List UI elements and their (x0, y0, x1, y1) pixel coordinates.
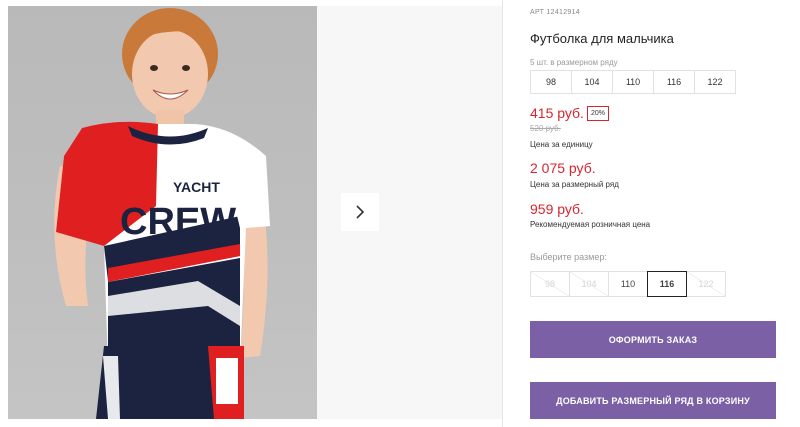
print-yacht: YACHT (173, 179, 220, 195)
size-row-cell: 110 (612, 70, 654, 94)
unit-price: 415 руб. (530, 105, 584, 121)
next-image-button[interactable] (341, 193, 379, 231)
article-label: АРТ (530, 9, 545, 16)
article-value: 12412914 (546, 9, 580, 16)
print-crew: CREW (120, 201, 236, 243)
size-option-116[interactable]: 116 (647, 271, 687, 297)
size-option-104[interactable]: 104 (569, 271, 609, 297)
article-number: АРТ 12412914 (530, 9, 580, 16)
size-row-label: 5 шт. в размерном ряду (530, 58, 618, 67)
old-price: 520 руб. (530, 124, 561, 133)
size-picker-label: Выберите размер: (530, 252, 607, 262)
discount-badge: 20% (587, 106, 610, 121)
size-row-cell: 104 (571, 70, 613, 94)
row-price-caption: Цена за размерный ряд (530, 180, 619, 189)
product-title: Футболка для мальчика (530, 31, 674, 46)
order-button[interactable]: ОФОРМИТЬ ЗАКАЗ (530, 321, 776, 358)
size-option-122[interactable]: 122 (686, 271, 726, 297)
size-row-cell: 122 (694, 70, 736, 94)
size-row-cell: 116 (653, 70, 695, 94)
row-price: 2 075 руб. (530, 160, 596, 176)
chevron-right-icon (356, 205, 365, 219)
unit-price-caption: Цена за единицу (530, 140, 593, 149)
retail-price: 959 руб. (530, 201, 584, 217)
size-row: 98 104 110 116 122 (530, 70, 736, 94)
divider (502, 0, 503, 427)
product-gallery: YACHT CREW (0, 0, 502, 427)
size-picker: 98 104 110 116 122 (530, 271, 726, 297)
product-photo[interactable]: YACHT CREW (8, 6, 317, 419)
size-row-cell: 98 (530, 70, 572, 94)
size-option-110[interactable]: 110 (608, 271, 648, 297)
boy-in-tshirt-image: YACHT CREW (54, 8, 270, 419)
retail-price-caption: Рекомендуемая розничная цена (530, 220, 651, 229)
size-option-98[interactable]: 98 (530, 271, 570, 297)
add-size-row-to-cart-button[interactable]: ДОБАВИТЬ РАЗМЕРНЫЙ РЯД В КОРЗИНУ (530, 382, 776, 419)
